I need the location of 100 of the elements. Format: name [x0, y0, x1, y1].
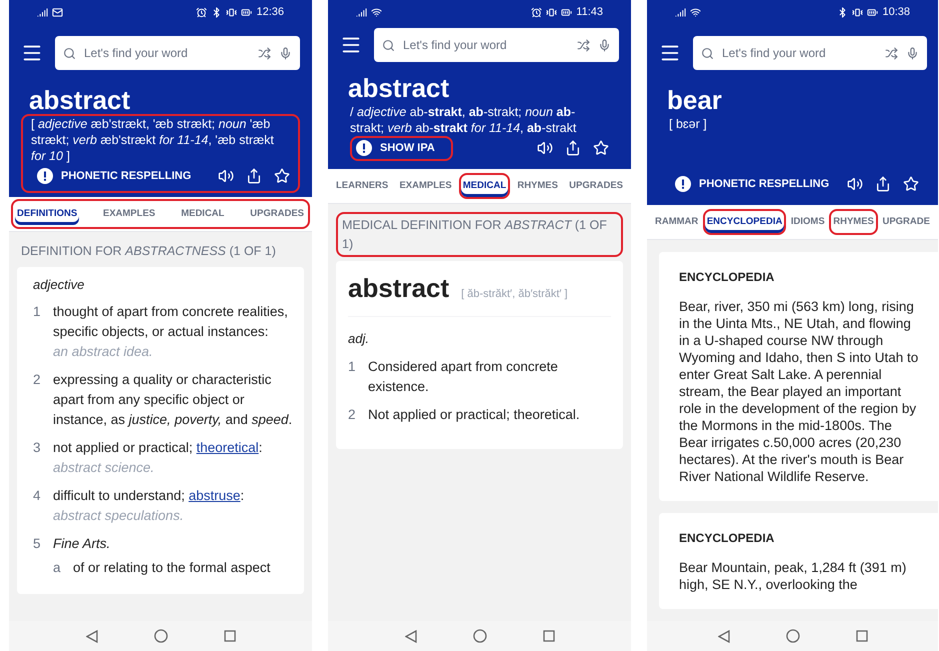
definition-text: Not applied or practical; theoretical. [368, 406, 581, 424]
tab[interactable]: RAMMAR [651, 208, 702, 235]
search-field[interactable]: Let's find your word [55, 36, 300, 70]
section-header: DEFINITION FOR ABSTRACTNESS (1 OF 1) [20, 242, 277, 260]
shuffle-icon[interactable] [885, 46, 898, 60]
sense-number: 1 [33, 303, 42, 321]
tab[interactable]: MEDICAL [177, 200, 228, 227]
mic-icon[interactable] [906, 46, 919, 60]
tab[interactable]: RHYMES [829, 208, 878, 235]
card-pronunciation: [ ăb-străkt′, ăb′străkt′ ] [461, 287, 568, 302]
recents-icon[interactable] [224, 630, 236, 642]
pronunciation-toggle-button[interactable]: PHONETIC RESPELLING [31, 164, 210, 188]
pronunciation-text: [ adjective æb'strækt, 'æb strækt; noun 'æb strækt; verb æb'strækt for 11-14, 'æb strækt for 10 ] [31, 116, 275, 164]
search-input[interactable]: Let's find your word [722, 44, 877, 62]
example-text: abstract science. [53, 459, 156, 477]
share-icon[interactable] [875, 176, 892, 192]
signal-icon [675, 6, 686, 18]
mic-icon[interactable] [279, 46, 292, 60]
headword: abstract [28, 86, 132, 114]
share-icon[interactable] [246, 168, 262, 184]
share-icon[interactable] [565, 140, 581, 156]
star-icon[interactable] [274, 168, 290, 184]
battery-icon [561, 6, 572, 18]
tab[interactable]: UPGRADES [246, 200, 308, 227]
pronunciation-text: [ bɛər ] [669, 116, 708, 132]
speaker-icon[interactable] [537, 140, 553, 156]
definition-text: not applied or practical; theoretical: [53, 439, 264, 457]
sense-number: 4 [33, 487, 42, 505]
card-headword: abstract [348, 272, 450, 306]
vibrate-icon [546, 6, 558, 18]
star-icon[interactable] [593, 140, 609, 156]
definition-text: Considered apart from concrete existence. [368, 358, 559, 396]
status-time: 10:38 [882, 4, 910, 20]
definition-text: expressing a quality or characteristic apart from any specific object or instance, as justice, poverty, and speed. [53, 371, 294, 429]
recents-icon[interactable] [856, 630, 868, 642]
sense-number: 1 [348, 358, 357, 376]
tab[interactable]: RHYMES [513, 172, 562, 199]
card-title: ENCYCLOPEDIA [679, 530, 776, 547]
tab[interactable]: UPGRADE [878, 208, 934, 235]
tab[interactable]: LEARNERS [332, 172, 392, 199]
tab[interactable]: EXAMPLES [98, 200, 160, 227]
definition-text: thought of apart from concrete realities, specific objects, or actual instances: [53, 303, 289, 341]
tab[interactable]: MEDICAL [458, 172, 510, 199]
word-link[interactable]: abstruse [188, 488, 240, 503]
star-icon[interactable] [903, 176, 920, 192]
home-icon[interactable] [154, 629, 168, 643]
back-icon[interactable] [404, 630, 416, 642]
alert-icon [356, 140, 372, 156]
mic-icon[interactable] [598, 38, 611, 52]
search-input[interactable]: Let's find your word [84, 44, 250, 62]
recents-icon[interactable] [542, 630, 554, 642]
pronunciation-toggle-button[interactable]: PHONETIC RESPELLING [669, 172, 848, 196]
definition-text: difficult to understand; abstruse: [53, 487, 246, 505]
example-text: abstract speculations. [53, 507, 185, 525]
sense-number: 3 [33, 439, 42, 457]
sense-number: 2 [33, 371, 42, 389]
headword: bear [666, 86, 723, 114]
sense-number: a [53, 559, 62, 577]
encyclopedia-text: Bear, river, 350 mi (563 km) long, rising in the Uinta Mts., NE Utah, and flowing in a U-shaped course NW through Wyoming and Idaho, then S into Utah to enter Great Salt Lake. A perennial stream, the Bear played an important role in the development of the region by the Mormons in the mid-1800s. The Bear irrigates c.50,000 acres (20,230 hectares). At the river's mouth is Bear River National Wildlife Reserve. [679, 298, 920, 485]
search-icon [63, 46, 76, 60]
example-text: an abstract idea. [53, 343, 154, 361]
home-icon[interactable] [786, 629, 800, 643]
alert-icon [37, 168, 53, 184]
battery-icon [867, 6, 878, 18]
tab[interactable]: EXAMPLES [395, 172, 456, 199]
signal-icon [356, 6, 367, 18]
vibrate-icon [852, 6, 864, 18]
tab[interactable]: ENCYCLOPEDIA [702, 208, 786, 235]
home-icon[interactable] [472, 629, 486, 643]
search-field[interactable]: Let's find your word [374, 28, 619, 62]
back-icon[interactable] [86, 630, 98, 642]
status-time: 12:36 [256, 4, 284, 20]
search-field[interactable]: Let's find your word [693, 36, 927, 70]
tab[interactable]: IDIOMS [786, 208, 829, 235]
headword: abstract [347, 74, 450, 102]
search-input[interactable]: Let's find your word [403, 36, 569, 54]
sense-number: 5 [33, 535, 42, 553]
status-time: 11:43 [576, 4, 603, 20]
sense-number: 2 [348, 406, 357, 424]
section-header: MEDICAL DEFINITION FOR ABSTRACT (1 OF 1) [336, 212, 623, 258]
signal-icon [37, 6, 48, 18]
vibrate-icon [226, 6, 238, 18]
pronunciation-toggle-button[interactable]: SHOW IPA [350, 136, 453, 160]
speaker-icon[interactable] [218, 168, 234, 184]
tab[interactable]: UPGRADES [565, 172, 627, 199]
word-link[interactable]: theoretical [196, 440, 259, 455]
definition-text: of or relating to the formal aspect [73, 559, 272, 577]
back-icon[interactable] [718, 630, 730, 642]
alert-icon [675, 176, 691, 192]
encyclopedia-text: Bear Mountain, peak, 1,284 ft (391 m) high, SE N.Y., overlooking the [679, 558, 908, 593]
shuffle-icon[interactable] [577, 38, 590, 52]
part-of-speech: adjective [33, 276, 86, 294]
speaker-icon[interactable] [847, 176, 864, 192]
tab[interactable]: DEFINITIONS [13, 200, 82, 227]
search-icon [701, 46, 714, 60]
card-title: ENCYCLOPEDIA [679, 268, 776, 286]
shuffle-icon[interactable] [258, 46, 271, 60]
part-of-speech: adj. [348, 330, 370, 348]
search-icon [382, 38, 395, 52]
definition-text: Fine Arts. [53, 535, 112, 553]
